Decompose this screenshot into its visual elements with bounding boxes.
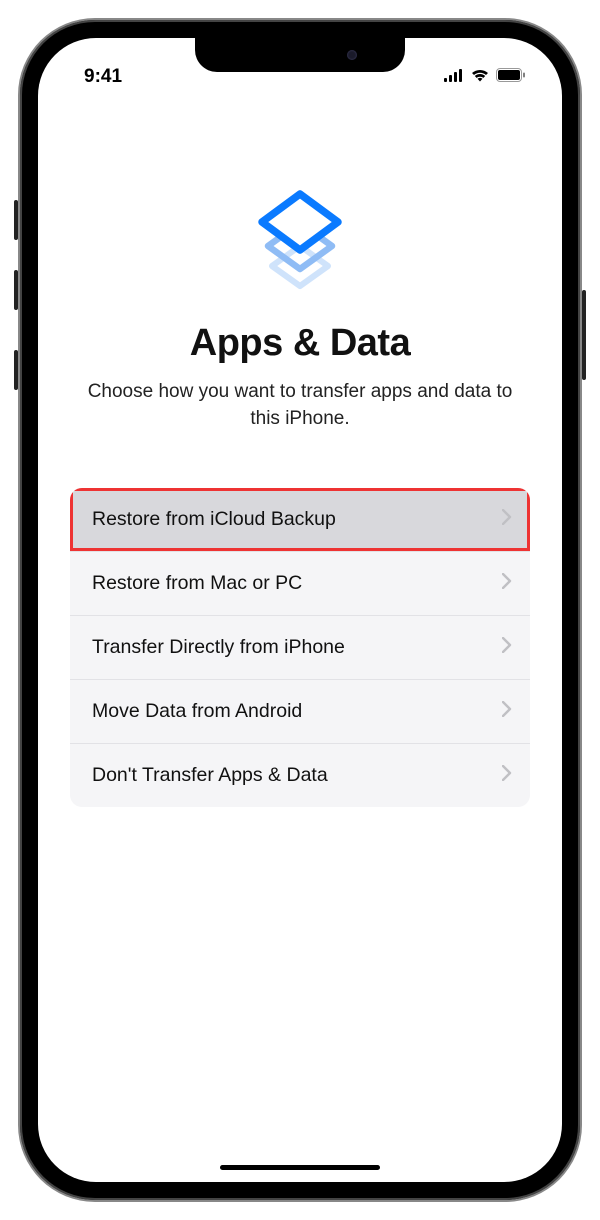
content-area: Apps & Data Choose how you want to trans… — [38, 94, 562, 807]
chevron-right-icon — [502, 700, 512, 723]
option-list: Restore from iCloud Backup Restore from … — [70, 488, 530, 807]
chevron-right-icon — [502, 572, 512, 595]
option-move-android[interactable]: Move Data from Android — [70, 680, 530, 744]
option-dont-transfer[interactable]: Don't Transfer Apps & Data — [70, 744, 530, 807]
phone-screen: 9:41 — [38, 38, 562, 1182]
front-camera-icon — [347, 50, 357, 60]
cellular-icon — [444, 66, 464, 88]
chevron-right-icon — [502, 508, 512, 531]
status-time: 9:41 — [84, 66, 122, 88]
option-transfer-iphone[interactable]: Transfer Directly from iPhone — [70, 616, 530, 680]
page-subtitle: Choose how you want to transfer apps and… — [70, 379, 530, 432]
page-title: Apps & Data — [70, 322, 530, 365]
status-indicators — [444, 66, 526, 88]
option-label: Restore from iCloud Backup — [92, 508, 336, 531]
battery-icon — [496, 66, 526, 88]
option-restore-icloud[interactable]: Restore from iCloud Backup — [70, 488, 530, 552]
option-label: Don't Transfer Apps & Data — [92, 764, 328, 787]
chevron-right-icon — [502, 636, 512, 659]
option-label: Move Data from Android — [92, 700, 302, 723]
wifi-icon — [470, 66, 490, 88]
chevron-right-icon — [502, 764, 512, 787]
option-label: Restore from Mac or PC — [92, 572, 302, 595]
home-indicator[interactable] — [220, 1165, 380, 1170]
apps-data-icon — [70, 174, 530, 294]
option-label: Transfer Directly from iPhone — [92, 636, 345, 659]
option-restore-mac-pc[interactable]: Restore from Mac or PC — [70, 552, 530, 616]
phone-frame: 9:41 — [20, 20, 580, 1200]
notch — [195, 38, 405, 72]
